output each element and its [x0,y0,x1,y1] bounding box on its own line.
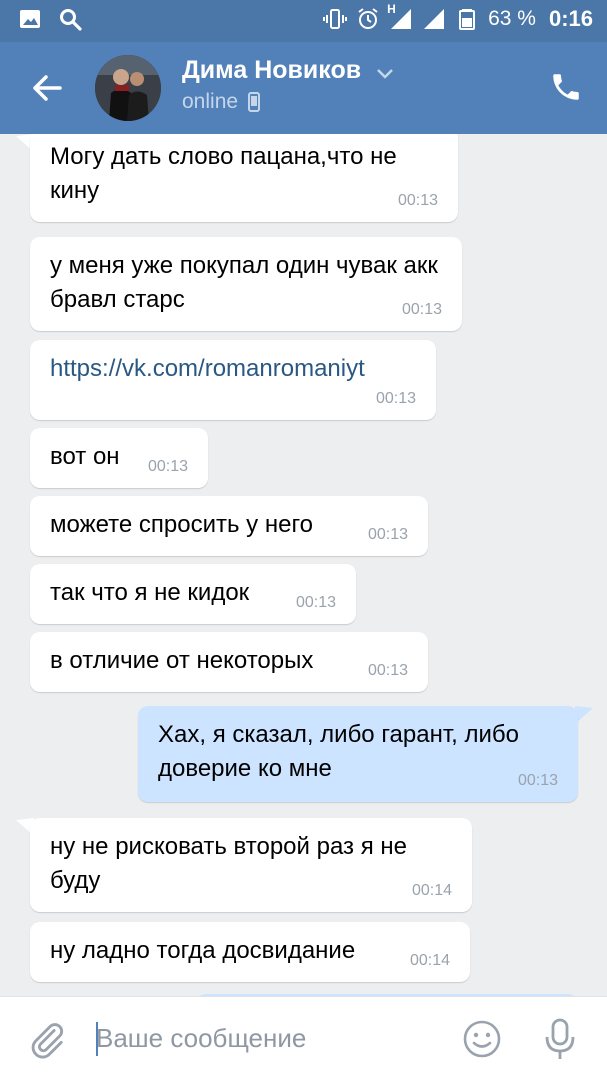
message-incoming[interactable]: у меня уже покупал один чувак акк бравл … [30,237,462,331]
message-incoming[interactable]: так что я не кидок 00:13 [30,564,356,624]
message-text: так что я не кидок [50,579,250,606]
online-status: online [182,90,261,114]
vibrate-icon [323,9,348,29]
message-incoming[interactable]: ну не рисковать второй раз я не буду 00:… [30,818,472,912]
back-arrow-icon[interactable] [26,66,70,110]
alarm-icon [358,8,378,29]
emoji-icon[interactable] [462,1019,502,1059]
message-time: 00:14 [409,952,450,969]
network-type-label: H [387,2,396,16]
message-time: 00:14 [411,882,452,899]
online-status-label: online [182,90,239,113]
chevron-down-icon[interactable] [376,68,394,80]
gallery-icon [20,10,40,28]
message-time: 00:13 [375,390,416,407]
message-time: 00:13 [147,458,188,475]
message-time: 00:13 [397,192,438,209]
contact-name[interactable]: Дима Новиков [182,56,361,85]
message-text: в отличие от некоторых [50,647,314,674]
message-incoming[interactable]: https://vk.com/romanromaniyt 00:13 [30,340,436,420]
message-text: можете спросить у него [50,511,314,538]
message-time: 00:13 [401,301,442,318]
message-incoming[interactable]: вот он 00:13 [30,428,208,488]
signal-icon [424,9,445,29]
search-icon [60,9,82,31]
mobile-icon [248,92,261,112]
message-outgoing[interactable]: Хах, я сказал, либо гарант, либо доверие… [138,706,578,802]
message-time: 00:13 [367,662,408,679]
message-time: 00:13 [517,772,558,789]
message-text: Могу дать слово пацана,что не кину [50,143,397,204]
bubble-tail [575,706,593,724]
battery-icon [459,9,476,30]
message-text: Хах, я сказал, либо гарант, либо доверие… [158,721,520,782]
message-text: ну не рисковать второй раз я не буду [50,833,407,894]
signal-h-icon: H [387,2,413,31]
message-link[interactable]: https://vk.com/romanromaniyt [50,355,365,382]
paperclip-icon[interactable] [28,1021,66,1059]
phone-icon[interactable] [549,70,583,104]
message-time: 00:13 [367,526,408,543]
message-composer: Ваше сообщение [0,996,607,1080]
message-list[interactable]: Могу дать слово пацана,что не кину 00:13… [0,134,607,996]
message-incoming[interactable]: ну ладно тогда досвидание 00:14 [30,922,470,982]
message-input[interactable]: Ваше сообщение [96,1023,306,1054]
status-bar: H 63 % 0:16 [0,0,607,42]
message-text: ну ладно тогда досвидание [50,937,356,964]
clock: 0:16 [548,6,593,31]
microphone-icon[interactable] [542,1017,578,1061]
message-incoming[interactable]: в отличие от некоторых 00:13 [30,632,428,692]
message-text: вот он [50,443,120,470]
avatar[interactable] [95,55,161,121]
message-incoming[interactable]: можете спросить у него 00:13 [30,496,428,556]
message-incoming[interactable]: Могу дать слово пацана,что не кину 00:13 [30,134,458,222]
message-text: у меня уже покупал один чувак акк бравл … [50,252,438,313]
message-time: 00:13 [295,594,336,611]
battery-level: 63 % [488,7,536,30]
chat-header: Дима Новиков online [0,42,607,134]
